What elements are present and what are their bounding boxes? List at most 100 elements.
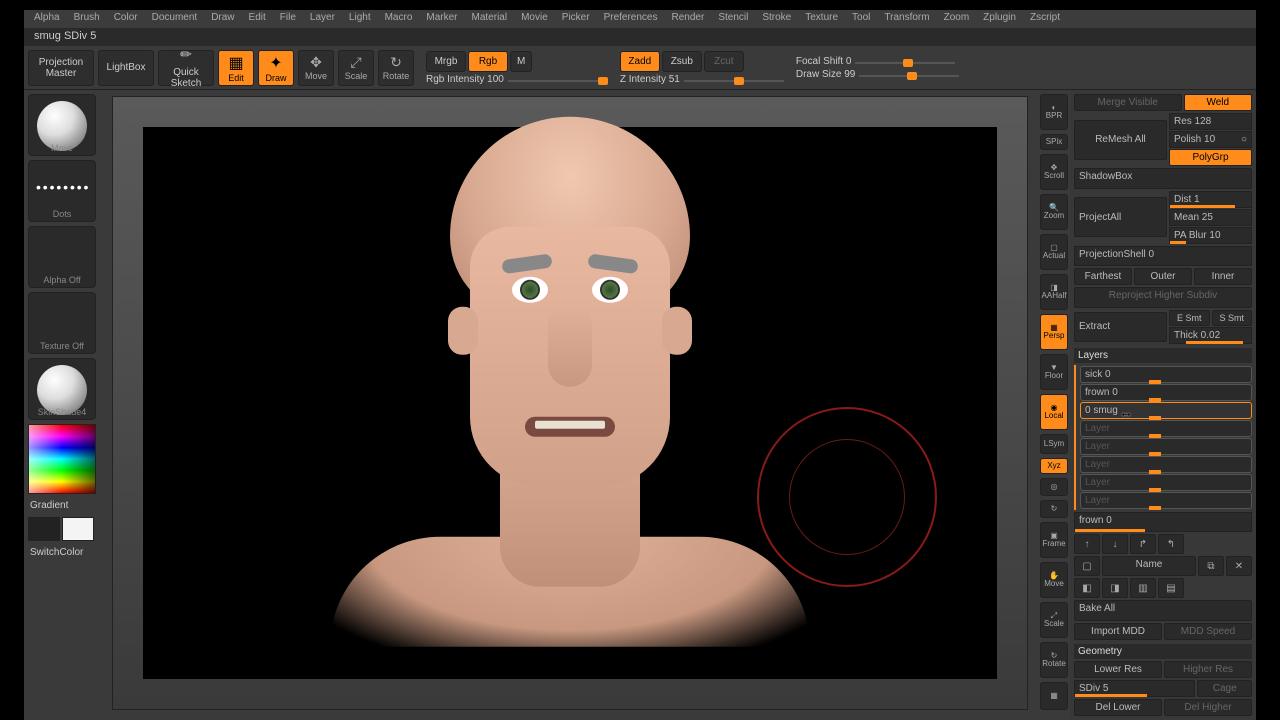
frame-button[interactable]: ▣Frame	[1040, 522, 1068, 558]
polygrp-button[interactable]: PolyGrp	[1169, 149, 1252, 166]
menu-edit[interactable]: Edit	[249, 12, 266, 26]
primary-color-swatch[interactable]	[62, 517, 94, 541]
menu-alpha[interactable]: Alpha	[34, 12, 60, 26]
mrgb-button[interactable]: Mrgb	[426, 51, 466, 72]
zoom-button[interactable]: 🔍Zoom	[1040, 194, 1068, 230]
menu-render[interactable]: Render	[672, 12, 705, 26]
layer-item-empty[interactable]: Layer	[1080, 420, 1252, 437]
inner-button[interactable]: Inner	[1194, 268, 1252, 285]
rgb-button[interactable]: Rgb	[468, 51, 508, 72]
local-button[interactable]: ◉Local	[1040, 394, 1068, 430]
scale-mode-button[interactable]: ⤢Scale	[338, 50, 374, 86]
esmt-button[interactable]: E Smt	[1169, 310, 1210, 326]
menu-file[interactable]: File	[280, 12, 296, 26]
menu-light[interactable]: Light	[349, 12, 371, 26]
layer-item-empty[interactable]: Layer	[1080, 456, 1252, 473]
m-button[interactable]: M	[510, 51, 532, 72]
menu-zscript[interactable]: Zscript	[1030, 12, 1060, 26]
stroke-thumbnail[interactable]: Dots	[28, 160, 96, 222]
menu-color[interactable]: Color	[114, 12, 138, 26]
layer-item-smug[interactable]: 0 smug	[1080, 402, 1252, 419]
actual-button[interactable]: ▢Actual	[1040, 234, 1068, 270]
lightbox-button[interactable]: LightBox	[98, 50, 154, 86]
projectionshell-slider[interactable]: ProjectionShell 0	[1074, 246, 1252, 267]
zcut-button[interactable]: Zcut	[704, 51, 744, 72]
menu-layer[interactable]: Layer	[310, 12, 335, 26]
del-lower-button[interactable]: Del Lower	[1074, 699, 1162, 716]
rotate-mode-button[interactable]: ↻Rotate	[378, 50, 414, 86]
lsym-button[interactable]: LSym	[1040, 434, 1068, 454]
ssmt-button[interactable]: S Smt	[1212, 310, 1253, 326]
polyf-button[interactable]: ▦	[1040, 682, 1068, 710]
edit-mode-button[interactable]: ▦Edit	[218, 50, 254, 86]
layer-new-icon[interactable]: ▢	[1074, 556, 1100, 576]
menu-texture[interactable]: Texture	[805, 12, 838, 26]
shadowbox-button[interactable]: ShadowBox	[1074, 168, 1252, 189]
lower-res-button[interactable]: Lower Res	[1074, 661, 1162, 678]
del-higher-button[interactable]: Del Higher	[1164, 699, 1252, 716]
menu-marker[interactable]: Marker	[426, 12, 457, 26]
thick-slider[interactable]: Thick 0.02	[1169, 327, 1252, 344]
menu-macro[interactable]: Macro	[385, 12, 413, 26]
layer-up-icon[interactable]: ↑	[1074, 534, 1100, 554]
menu-material[interactable]: Material	[472, 12, 508, 26]
layer-split-icon[interactable]: ↱	[1130, 534, 1156, 554]
material-thumbnail[interactable]: SkinShade4	[28, 358, 96, 420]
menu-document[interactable]: Document	[152, 12, 198, 26]
layer-item-empty[interactable]: Layer	[1080, 492, 1252, 509]
menu-movie[interactable]: Movie	[521, 12, 548, 26]
higher-res-button[interactable]: Higher Res	[1164, 661, 1252, 678]
move-mode-button[interactable]: ✥Move	[298, 50, 334, 86]
zsub-button[interactable]: Zsub	[662, 51, 702, 72]
layer-c-icon[interactable]: ▥	[1130, 578, 1156, 598]
focal-shift-slider[interactable]	[855, 56, 955, 66]
switchcolor-button[interactable]: SwitchColor	[28, 545, 98, 560]
menu-zoom[interactable]: Zoom	[944, 12, 970, 26]
import-mdd-button[interactable]: Import MDD	[1074, 623, 1162, 640]
res-slider[interactable]: Res 128	[1169, 113, 1252, 130]
secondary-color-swatch[interactable]	[28, 517, 60, 541]
cage-button[interactable]: Cage	[1197, 680, 1252, 697]
farthest-button[interactable]: Farthest	[1074, 268, 1132, 285]
dist-slider[interactable]: Dist 1	[1169, 191, 1252, 208]
reproject-button[interactable]: Reproject Higher Subdiv	[1074, 287, 1252, 308]
texture-thumbnail[interactable]: Texture Off	[28, 292, 96, 354]
projectall-button[interactable]: ProjectAll	[1074, 197, 1167, 237]
menu-picker[interactable]: Picker	[562, 12, 590, 26]
gradient-label[interactable]: Gradient	[28, 498, 98, 513]
layer-item-empty[interactable]: Layer	[1080, 474, 1252, 491]
layer-item-frown[interactable]: frown 0	[1080, 384, 1252, 401]
projection-master-button[interactable]: Projection Master	[28, 50, 94, 86]
menu-bar[interactable]: AlphaBrushColorDocumentDrawEditFileLayer…	[24, 10, 1256, 28]
layer-del-icon[interactable]: ✕	[1226, 556, 1252, 576]
menu-draw[interactable]: Draw	[211, 12, 234, 26]
menu-stencil[interactable]: Stencil	[718, 12, 748, 26]
aahalf-button[interactable]: ◨AAHalf	[1040, 274, 1068, 310]
alpha-thumbnail[interactable]: Alpha Off	[28, 226, 96, 288]
viewport[interactable]	[102, 90, 1038, 720]
pablur-slider[interactable]: PA Blur 10	[1169, 227, 1252, 244]
menu-transform[interactable]: Transform	[884, 12, 929, 26]
layer-item-sick[interactable]: sick 0	[1080, 366, 1252, 383]
layer-dup-icon[interactable]: ⧉	[1198, 556, 1224, 576]
rgb-intensity-slider[interactable]	[508, 74, 608, 84]
draw-size-slider[interactable]	[859, 69, 959, 79]
layer-a-icon[interactable]: ◧	[1074, 578, 1100, 598]
zadd-button[interactable]: Zadd	[620, 51, 660, 72]
rotate-view-button[interactable]: ↻Rotate	[1040, 642, 1068, 678]
bpr-button[interactable]: ◐BPR	[1040, 94, 1068, 130]
mean-slider[interactable]: Mean 25	[1169, 209, 1252, 226]
geometry-header[interactable]: Geometry	[1074, 644, 1252, 659]
menu-stroke[interactable]: Stroke	[762, 12, 791, 26]
persp-button[interactable]: ▦Persp	[1040, 314, 1068, 350]
brush-thumbnail[interactable]: Move	[28, 94, 96, 156]
remesh-all-button[interactable]: ReMesh All	[1074, 120, 1167, 160]
mdd-speed-button[interactable]: MDD Speed	[1164, 623, 1252, 640]
scroll-button[interactable]: ✥Scroll	[1040, 154, 1068, 190]
extract-button[interactable]: Extract	[1074, 312, 1167, 342]
weld-button[interactable]: Weld	[1184, 94, 1253, 111]
layer-name-button[interactable]: Name	[1102, 556, 1196, 576]
spix-button[interactable]: SPix	[1040, 134, 1068, 150]
layers-header[interactable]: Layers	[1074, 348, 1252, 363]
floor-button[interactable]: ▼Floor	[1040, 354, 1068, 390]
